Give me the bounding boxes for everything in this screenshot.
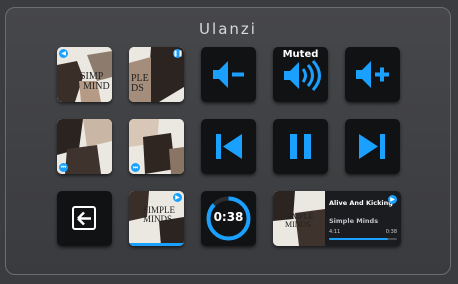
volume-down-key[interactable] [201, 47, 256, 102]
next-track-key[interactable] [345, 119, 400, 174]
timer-time: 0:38 [213, 210, 244, 224]
volume-up-icon [284, 59, 321, 92]
skip-next-icon [359, 134, 385, 159]
skip-previous-icon [216, 134, 242, 159]
back-arrow-icon [77, 211, 91, 226]
svg-text:MINDS: MINDS [143, 214, 172, 224]
play-icon: ▶ [388, 195, 397, 204]
album-art-key-4[interactable]: ⏭ [129, 119, 184, 174]
pause-icon: ❚❚ [173, 49, 184, 58]
artist-name: Simple Minds [329, 217, 379, 225]
svg-text:MINDS: MINDS [285, 220, 311, 229]
album-art-key-2[interactable]: PLE DS ❚❚ [129, 47, 184, 102]
timer-key[interactable]: 0:38 [201, 191, 256, 246]
previous-icon: ⏮ [59, 163, 68, 172]
svg-text:DS: DS [131, 83, 144, 94]
pause-icon [290, 134, 311, 159]
back-key[interactable] [57, 191, 112, 246]
progress-bar [329, 238, 397, 240]
album-art-key-5[interactable]: SIMPLE MINDS ▶ [129, 191, 184, 246]
play-icon: ▶ [173, 193, 182, 202]
elapsed-time: 4:11 [329, 229, 341, 235]
remaining-time: 0:38 [385, 229, 397, 235]
mute-toggle-key[interactable]: Muted [273, 47, 328, 102]
volume-up-key[interactable] [345, 47, 400, 102]
previous-track-key[interactable] [201, 119, 256, 174]
now-playing-key[interactable]: SIMPLE MINDS Alive And Kicking Simple Mi… [273, 191, 401, 246]
progress-fill [329, 238, 389, 240]
volume-icon: ◀ [59, 49, 68, 58]
volume-down-icon [213, 61, 244, 88]
app-title: Ulanzi [199, 20, 257, 38]
album-art-key-1[interactable]: SIMP MIND ◀ [57, 47, 112, 102]
song-title: Alive And Kicking [329, 199, 393, 207]
play-pause-key[interactable] [273, 119, 328, 174]
now-playing-album-art: SIMPLE MINDS [273, 191, 325, 246]
next-icon: ⏭ [131, 163, 140, 172]
svg-text:MIND: MIND [83, 81, 110, 92]
album-art-key-3[interactable]: ⏮ [57, 119, 112, 174]
volume-plus-icon [356, 61, 389, 88]
